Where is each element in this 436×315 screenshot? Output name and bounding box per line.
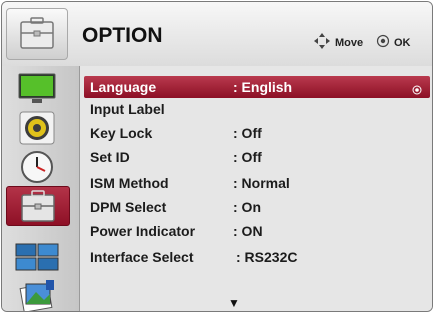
menu-item-label: Interface Select — [90, 249, 194, 265]
menu-item-dpm-select[interactable]: DPM Select : On — [84, 196, 430, 218]
sidebar-item-option[interactable] — [6, 186, 70, 226]
menu-item-value: : Off — [233, 149, 262, 165]
move-hint-label: Move — [335, 37, 364, 49]
menu-item-label: Power Indicator — [90, 223, 196, 239]
menu-item-set-id[interactable]: Set ID : Off — [84, 146, 430, 168]
scroll-down-indicator[interactable]: ▼ — [228, 296, 240, 310]
toolbox-icon — [21, 190, 55, 222]
menu-item-label: Language — [90, 79, 157, 95]
menu-item-value: : Off — [233, 125, 262, 141]
tile-screens-icon — [15, 243, 59, 271]
monitor-icon — [18, 73, 56, 103]
menu-item-label: Key Lock — [90, 125, 153, 141]
menu-item-label: DPM Select — [90, 199, 167, 215]
menu-item-key-lock[interactable]: Key Lock : Off — [84, 122, 430, 144]
sidebar-item-tile[interactable] — [10, 240, 64, 274]
menu-header: OPTION Move OK — [2, 2, 432, 67]
osd-menu-window: OPTION Move OK Language: English Input … — [1, 1, 433, 312]
menu-item-language[interactable]: Language : English — [84, 76, 430, 98]
four-way-arrow-icon — [313, 32, 331, 55]
clock-icon — [21, 151, 53, 183]
ok-circle-icon — [412, 82, 422, 98]
menu-item-input-label[interactable]: Input Label — [84, 98, 430, 120]
category-sidebar — [2, 66, 80, 311]
menu-item-value: : On — [233, 199, 261, 215]
speaker-icon — [19, 111, 55, 145]
menu-item-label: Input Label — [90, 101, 165, 117]
sidebar-item-extra[interactable] — [10, 278, 64, 311]
toolbox-icon — [6, 8, 68, 60]
page-title: OPTION — [82, 24, 163, 47]
menu-item-value: : Normal — [233, 175, 290, 191]
option-list: Language : English Input Label Key Lock … — [80, 66, 432, 311]
menu-item-label: Set ID — [90, 149, 130, 165]
menu-item-interface-select[interactable]: Interface Select : RS232C — [84, 246, 430, 268]
sidebar-item-audio[interactable] — [10, 111, 64, 145]
sidebar-item-time[interactable] — [10, 150, 64, 184]
sidebar-item-picture[interactable] — [10, 72, 64, 106]
menu-item-value: : RS232C — [236, 249, 298, 265]
photo-stack-icon — [19, 280, 54, 311]
menu-item-ism-method[interactable]: ISM Method : Normal — [84, 172, 430, 194]
menu-item-value: : English — [233, 79, 293, 95]
ok-circle-icon — [376, 34, 390, 53]
menu-item-power-indicator[interactable]: Power Indicator : ON — [84, 220, 430, 242]
menu-item-label: ISM Method — [90, 175, 169, 191]
menu-item-value: : ON — [233, 223, 263, 239]
ok-hint-label: OK — [394, 37, 411, 49]
